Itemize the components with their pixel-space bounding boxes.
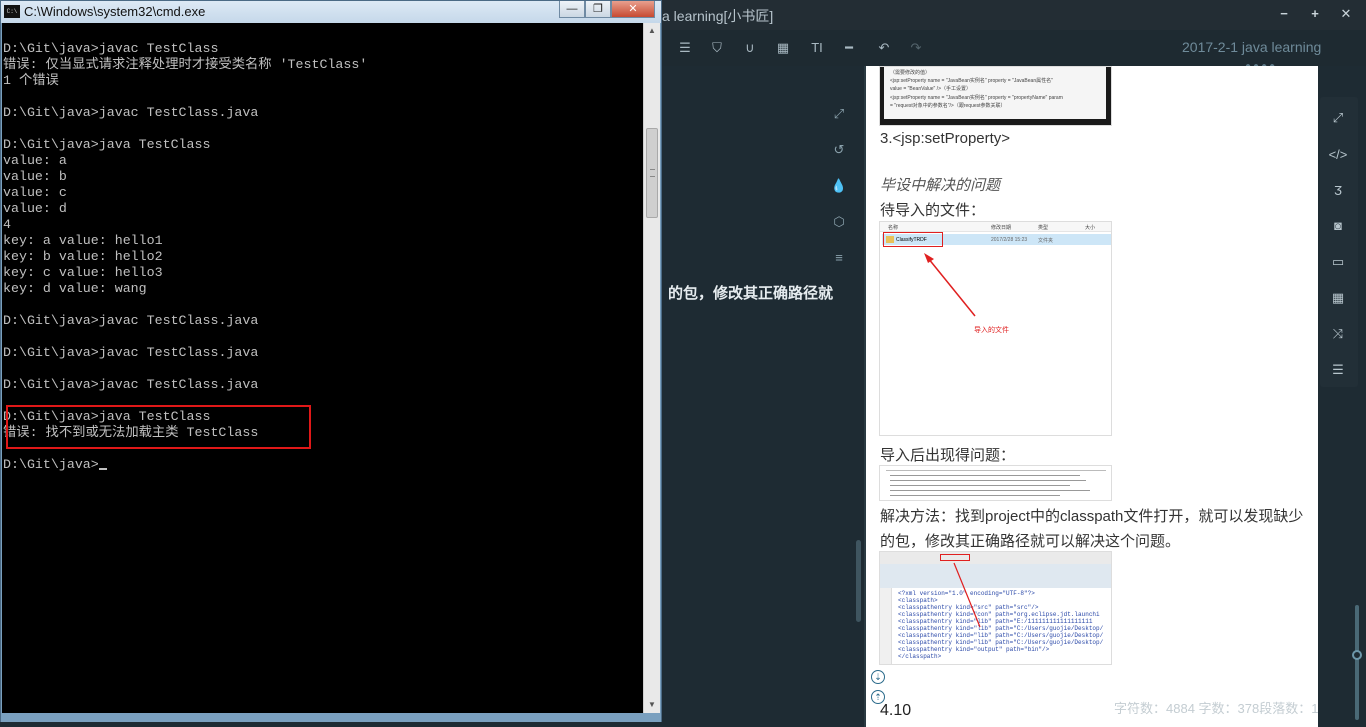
cmd-line	[3, 329, 367, 345]
cmd-line: D:\Git\java>javac TestClass.java	[3, 105, 259, 120]
desktop-icon[interactable]: ▭	[1327, 252, 1349, 272]
undo-icon[interactable]: ↶	[873, 38, 895, 58]
cmd-line: D:\Git\java>javac TestClass.java	[3, 313, 259, 328]
cmd-line: key: c value: hello3	[3, 265, 163, 280]
cmd-line: D:\Git\java>java TestClass	[3, 137, 211, 152]
cmd-line: 4	[3, 217, 11, 232]
cmd-close-button[interactable]: ✕	[611, 1, 655, 18]
jsp-slide-image: （需要修改的值） <jsp:setProperty name = "JavaBe…	[879, 66, 1112, 126]
magnet-icon[interactable]: ∪	[739, 38, 761, 58]
desktop: a learning[小书匠] − + ✕ ☰ ⛉ ∪ ▦ TI ━ ↶ ↷ 2…	[0, 0, 1366, 727]
cmd-line: D:\Git\java>javac TestClass.java	[3, 377, 259, 392]
annotation-arrow	[924, 253, 976, 317]
table-icon[interactable]: ▦	[772, 38, 794, 58]
cmd-line: 1 个错误	[3, 73, 59, 88]
menu-icon[interactable]: ≡	[829, 248, 849, 268]
history-icon[interactable]: ↺	[829, 140, 849, 160]
cmd-line: 错误: 仅当显式请求注释处理时才接受类名称 'TestClass'	[3, 57, 368, 72]
expand-icon[interactable]: ⤢	[829, 104, 849, 124]
cmd-window-frame-bottom	[1, 713, 661, 722]
import-folder-screenshot: 名称 修改日期 类型 大小 ClassifyTRDF 2017/2/28 15:…	[879, 221, 1112, 436]
preview-pane: （需要修改的值） <jsp:setProperty name = "JavaBe…	[866, 66, 1318, 727]
redo-icon[interactable]: ↷	[905, 38, 927, 58]
editor-close-button[interactable]: ✕	[1333, 5, 1359, 23]
css3-icon[interactable]: Ӡ	[1327, 181, 1349, 201]
expand-icon[interactable]: ⤢	[1327, 108, 1349, 128]
preview-heading-4-10: 4.10	[880, 702, 912, 719]
cmd-line	[3, 297, 367, 313]
cmd-line: value: d	[3, 201, 67, 216]
list-icon[interactable]: ☰	[674, 38, 696, 58]
list-icon[interactable]: ☰	[1327, 360, 1349, 380]
cmd-line: D:\Git\java>	[3, 457, 367, 473]
cube-icon[interactable]: ⬡	[829, 212, 849, 232]
preview-heading-setproperty: 3.<jsp:setProperty>	[880, 130, 1011, 147]
cmd-maximize-button[interactable]: ❐	[585, 1, 611, 18]
preview-text-import: 待导入的文件：	[880, 202, 986, 219]
editor-scrollbar[interactable]	[856, 540, 861, 622]
ink-drop-icon[interactable]: 💧	[829, 176, 849, 196]
hr-icon[interactable]: ━	[838, 38, 860, 58]
preview-text-problem: 导入后出现得问题：	[880, 447, 1016, 464]
eclipse-errors-screenshot	[879, 465, 1112, 501]
document-title: 2017-2-1 java learning	[1182, 39, 1322, 55]
error-highlight-box	[6, 405, 311, 449]
shuffle-icon[interactable]: ⤨	[1327, 324, 1349, 344]
cmd-app-icon: C:\	[4, 5, 20, 18]
classpath-arrow	[953, 562, 981, 628]
cmd-console[interactable]: D:\Git\java>javac TestClass 错误: 仅当显式请求注释处…	[2, 23, 643, 713]
cmd-line: D:\Git\java>javac TestClass	[3, 41, 219, 56]
cmd-line: key: d value: wang	[3, 281, 147, 296]
editor-minimize-button[interactable]: −	[1271, 5, 1297, 23]
cmd-line	[3, 121, 367, 137]
preview-heading-problem: 毕设中解决的问题	[880, 177, 1001, 194]
classpath-screenshot: <?xml version="1.0" encoding="UTF-8"?> <…	[879, 551, 1112, 665]
code-icon[interactable]: </>	[1327, 145, 1349, 165]
cmd-line: value: c	[3, 185, 67, 200]
cmd-line: key: a value: hello1	[3, 233, 163, 248]
cmd-minimize-button[interactable]: —	[559, 1, 585, 18]
cmd-window-title: C:\Windows\system32\cmd.exe	[24, 4, 206, 19]
html5-icon[interactable]: ⛉	[706, 38, 728, 58]
cmd-scrollbar-thumb[interactable]	[646, 128, 658, 218]
cmd-window: C:\ C:\Windows\system32\cmd.exe — ❐ ✕ D:…	[0, 0, 662, 722]
zoom-slider[interactable]	[1355, 605, 1359, 720]
zoom-slider-handle[interactable]	[1352, 650, 1362, 660]
preview-text-solution-2: 的包，修改其正确路径就可以解决这个问题。	[880, 533, 1181, 550]
title-icon[interactable]: TI	[806, 38, 828, 58]
grid-icon[interactable]: ▦	[1327, 288, 1349, 308]
cmd-titlebar[interactable]: C:\ C:\Windows\system32\cmd.exe — ❐ ✕	[1, 1, 661, 23]
cmd-line: value: a	[3, 153, 67, 168]
cmd-cursor	[98, 468, 107, 470]
scroll-down-icon[interactable]: ⇣	[871, 670, 885, 684]
scroll-up-arrow-icon[interactable]: ▲	[644, 23, 660, 39]
word-count-stats: 字符数：4884 字数：378段落数：171	[1114, 701, 1318, 716]
cmd-line	[3, 89, 367, 105]
preview-text-solution-1: 解决方法：找到project中的classpath文件打开，就可以发现缺少	[880, 508, 1304, 525]
editor-maximize-button[interactable]: +	[1302, 5, 1328, 23]
camera-icon[interactable]: ◙	[1327, 216, 1349, 236]
cmd-line	[3, 361, 367, 377]
editor-text-line[interactable]: 的包，修改其正确路径就	[668, 282, 833, 303]
cmd-line: D:\Git\java>javac TestClass.java	[3, 345, 259, 360]
cmd-line: value: b	[3, 169, 67, 184]
cmd-line: key: b value: hello2	[3, 249, 163, 264]
scroll-down-arrow-icon[interactable]: ▼	[644, 697, 660, 713]
cmd-scrollbar[interactable]: ▲ ▼	[643, 23, 660, 713]
editor-window-title: a learning[小书匠]	[662, 8, 774, 24]
